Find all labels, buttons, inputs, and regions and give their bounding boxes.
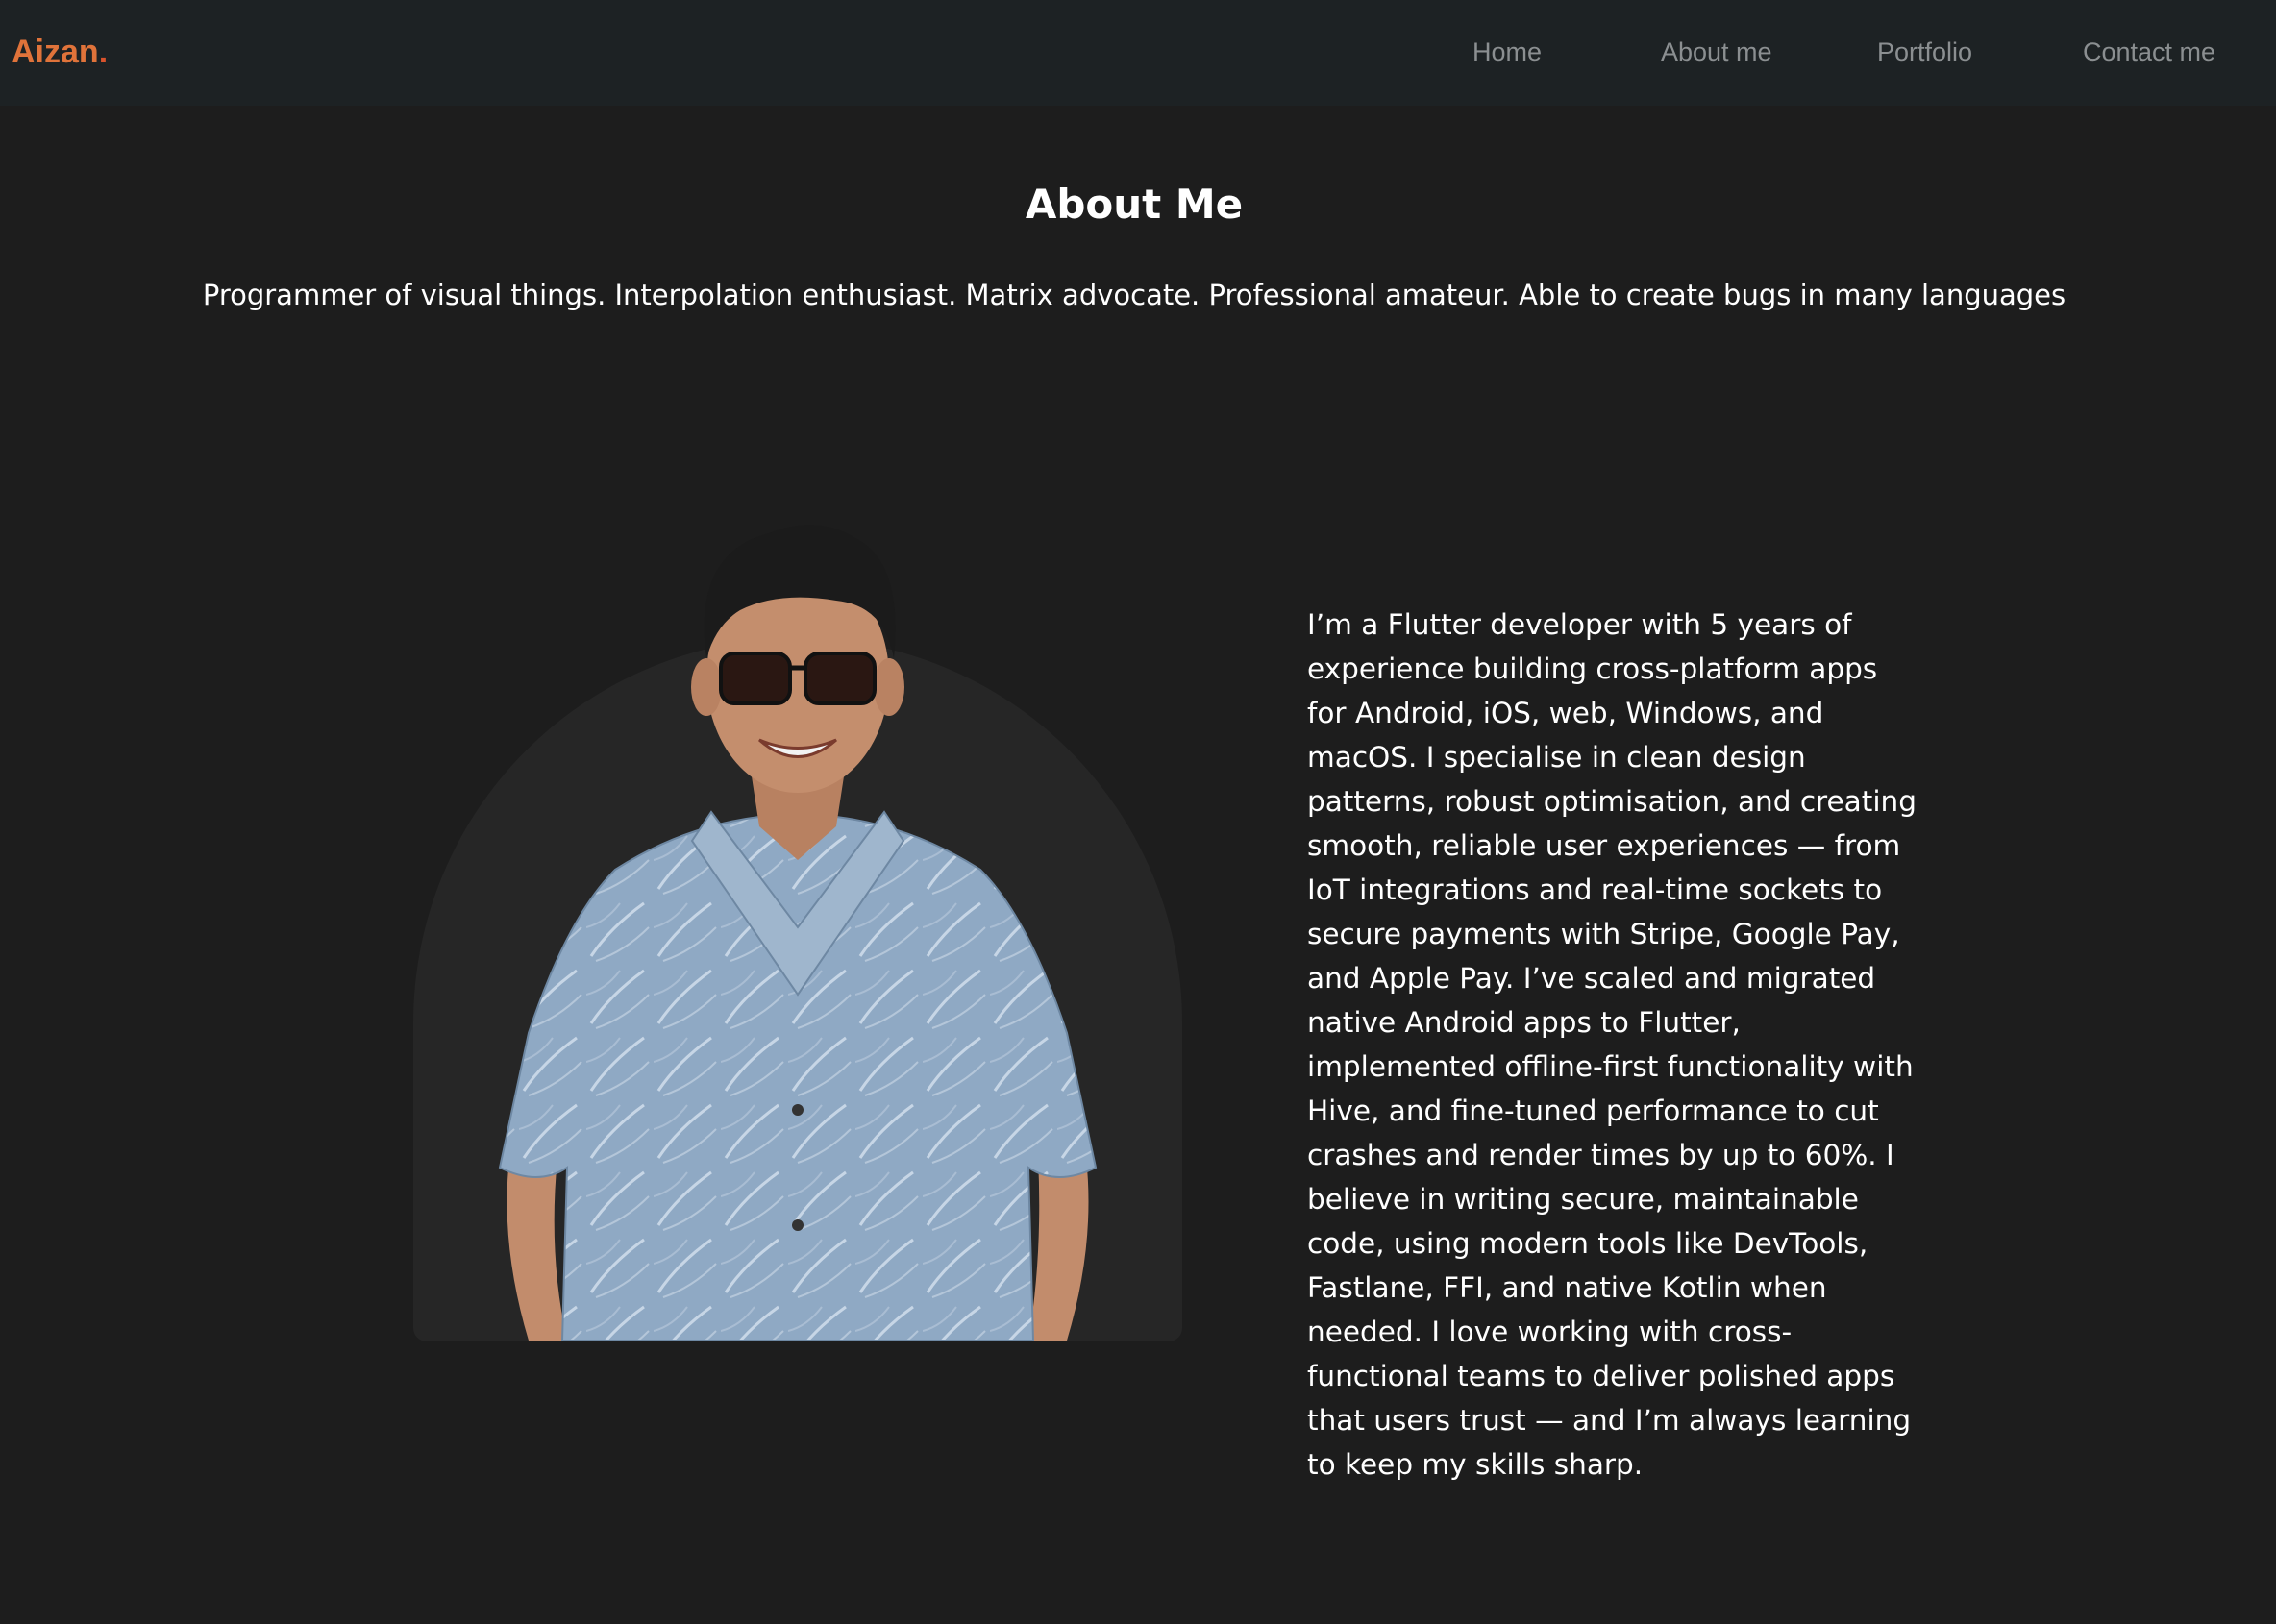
brand-dot: . (98, 34, 109, 70)
tagline: Programmer of visual things. Interpolati… (202, 279, 2066, 311)
nav-link-portfolio[interactable]: Portfolio (1877, 35, 1972, 69)
bio-text: I’m a Flutter developer with 5 years of … (1307, 608, 1917, 1481)
page-title: About Me (1025, 181, 1244, 228)
profile-photo (498, 525, 1098, 1341)
nav-link-about[interactable]: About me (1661, 35, 1772, 69)
brand-text: Aizan (12, 34, 99, 70)
nav-link-home[interactable]: Home (1472, 35, 1542, 69)
brand-logo[interactable]: Aizan. (12, 33, 108, 71)
navbar: Aizan. Home About me Portfolio Contact m… (0, 0, 2276, 106)
nav-link-contact[interactable]: Contact me (2083, 35, 2215, 69)
